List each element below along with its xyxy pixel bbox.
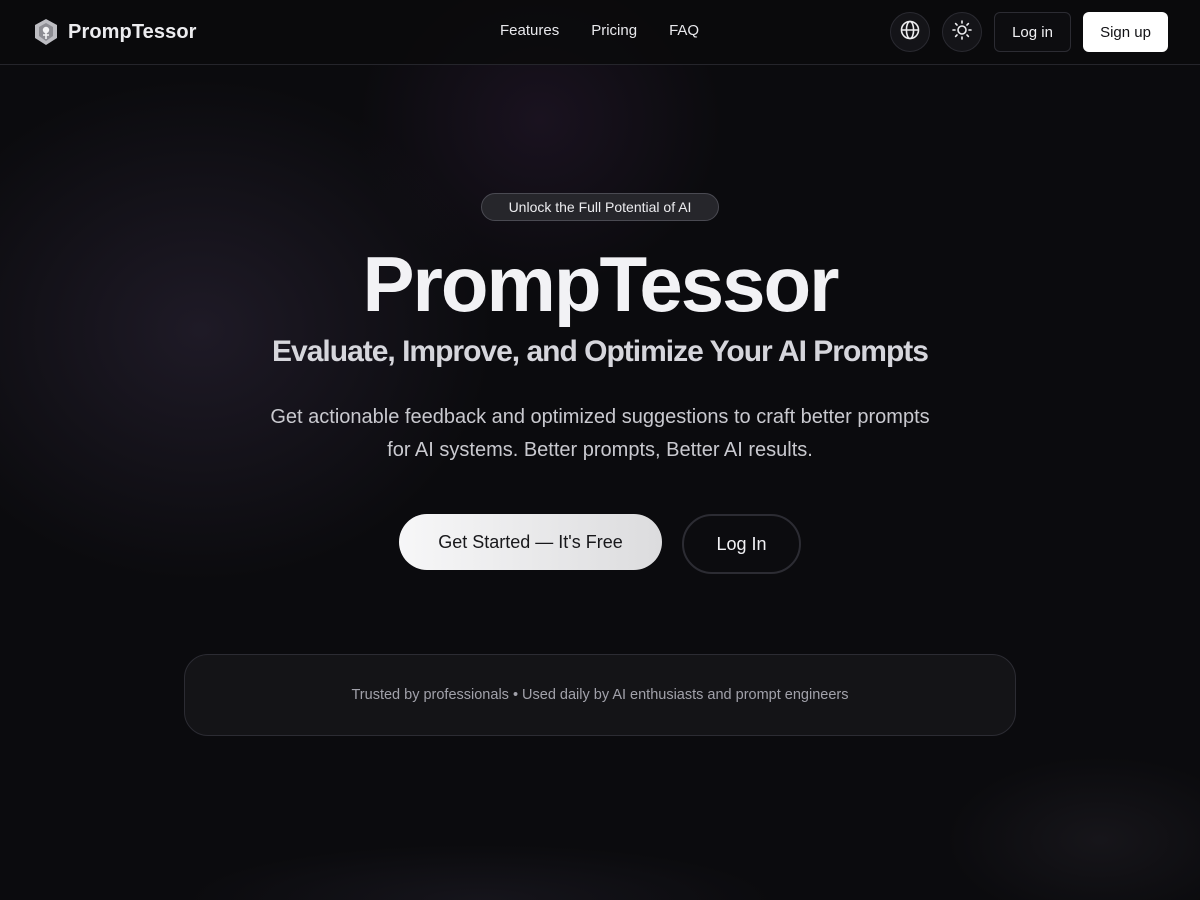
sun-icon: [952, 19, 972, 45]
hero-login-button[interactable]: Log In: [682, 514, 801, 574]
nav-link-pricing[interactable]: Pricing: [575, 20, 653, 41]
hero-description: Get actionable feedback and optimized su…: [270, 406, 930, 461]
get-started-button[interactable]: Get Started — It's Free: [399, 514, 662, 570]
header-signup-button[interactable]: Sign up: [1083, 12, 1168, 52]
trust-bar-text: Trusted by professionals • Used daily by…: [351, 687, 849, 703]
hero-badge: Unlock the Full Potential of AI: [481, 193, 719, 221]
main-nav: Features Pricing FAQ: [484, 20, 715, 41]
hero-title: PrompTessor: [362, 240, 839, 328]
globe-icon: [900, 20, 920, 45]
header-login-button[interactable]: Log in: [994, 12, 1071, 52]
trust-bar: Trusted by professionals • Used daily by…: [184, 654, 1016, 736]
shield-logo-icon: [32, 17, 60, 47]
hero-subtitle: Evaluate, Improve, and Optimize Your AI …: [272, 335, 929, 368]
theme-toggle-button[interactable]: [942, 12, 982, 52]
nav-link-faq[interactable]: FAQ: [653, 20, 715, 41]
top-navbar: PrompTessor Features Pricing FAQ Log in …: [0, 0, 1200, 65]
nav-link-features[interactable]: Features: [484, 20, 575, 41]
brand-name: PrompTessor: [68, 20, 197, 43]
language-button[interactable]: [890, 12, 930, 52]
brand-logo-link[interactable]: PrompTessor: [32, 17, 197, 47]
